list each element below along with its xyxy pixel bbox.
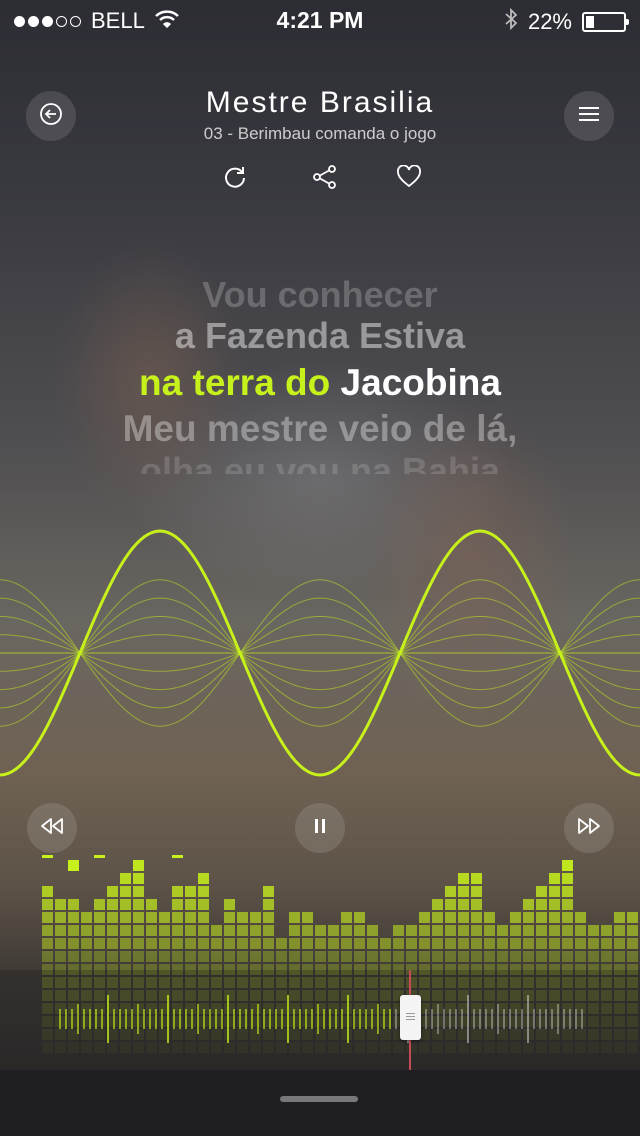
battery-icon <box>582 12 629 32</box>
action-row <box>0 164 640 194</box>
battery-percent: 22% <box>527 9 572 34</box>
status-bar: BELL 4:21 PM 22% <box>0 0 640 40</box>
pause-button[interactable] <box>295 803 345 853</box>
fast-forward-button[interactable] <box>564 803 614 853</box>
scrubber-ticks <box>59 995 583 1043</box>
home-indicator[interactable] <box>280 1096 358 1102</box>
lyrics-panel: Vou conhecer a Fazenda Estiva na terra d… <box>0 268 640 474</box>
status-right: 22% <box>504 7 629 36</box>
scrubber-handle[interactable] <box>400 995 421 1040</box>
share-icon <box>312 164 338 195</box>
waveform-visualizer <box>0 529 640 777</box>
share-button[interactable] <box>310 164 340 194</box>
lyric-unsung-part: Jacobina <box>340 362 501 403</box>
player-screen: BELL 4:21 PM 22% Mestre Brasilia 03 - Be… <box>0 0 640 1136</box>
heart-icon <box>396 164 422 194</box>
lyric-line-previous-2: Vou conhecer <box>202 274 438 312</box>
rewind-button[interactable] <box>27 803 77 853</box>
lyric-line-previous-1: a Fazenda Estiva <box>174 315 466 356</box>
repeat-button[interactable] <box>220 164 250 194</box>
lyric-line-next-1: Meu mestre veio de lá, <box>122 408 518 449</box>
bottom-bar <box>0 1070 640 1136</box>
track-subtitle: 03 - Berimbau comanda o jogo <box>203 124 437 143</box>
rewind-icon <box>39 817 65 840</box>
like-button[interactable] <box>394 164 424 194</box>
fast-forward-icon <box>576 817 602 840</box>
artist-title: Mestre Brasilia <box>205 86 435 119</box>
lyric-line-next-2: olha eu vou na Bahia <box>139 452 501 474</box>
lyric-line-current: na terra do Jacobina <box>0 360 640 406</box>
pause-icon <box>313 818 327 839</box>
repeat-icon <box>222 164 248 195</box>
progress-scrubber[interactable] <box>0 970 640 1070</box>
bluetooth-icon <box>504 7 518 36</box>
lyric-sung-part: na terra do <box>139 362 331 403</box>
